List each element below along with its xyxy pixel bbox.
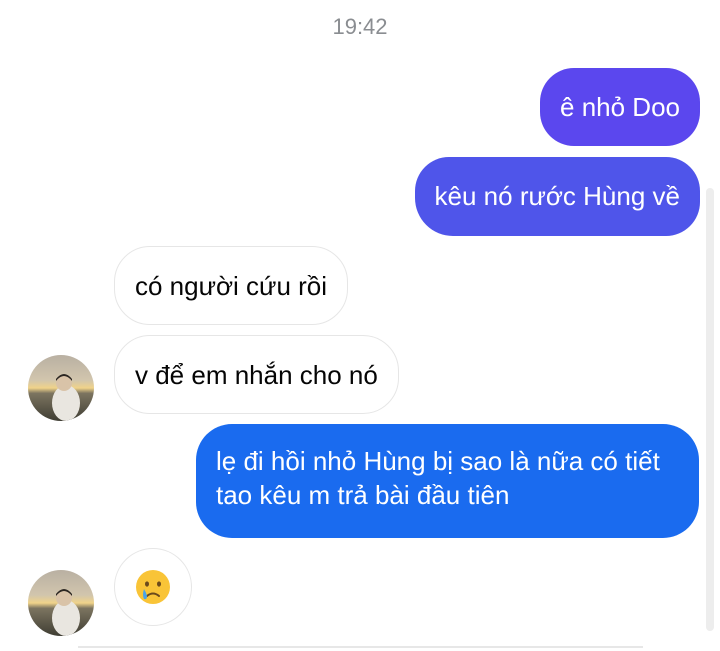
divider bbox=[78, 646, 643, 648]
outgoing-message-bubble[interactable]: ê nhỏ Doo bbox=[540, 68, 700, 146]
scrollbar[interactable] bbox=[706, 188, 714, 631]
message-text: v để em nhắn cho nó bbox=[135, 360, 378, 390]
avatar-photo-icon bbox=[52, 374, 80, 421]
avatar-photo-icon bbox=[52, 589, 80, 636]
incoming-emoji-message[interactable] bbox=[114, 548, 192, 626]
contact-avatar[interactable] bbox=[28, 355, 94, 421]
incoming-message-bubble[interactable]: v để em nhắn cho nó bbox=[114, 335, 399, 414]
incoming-message-bubble[interactable]: có người cứu rồi bbox=[114, 246, 349, 325]
message-text: có người cứu rồi bbox=[135, 271, 328, 301]
message-text: ê nhỏ Doo bbox=[560, 92, 680, 122]
crying-face-icon bbox=[136, 570, 170, 604]
outgoing-message-bubble[interactable]: lẹ đi hồi nhỏ Hùng bị sao là nữa có tiết… bbox=[196, 424, 699, 538]
message-text: lẹ đi hồi nhỏ Hùng bị sao là nữa có tiết… bbox=[216, 446, 660, 510]
outgoing-message-bubble[interactable]: kêu nó rước Hùng về bbox=[414, 157, 700, 236]
message-timestamp: 19:42 bbox=[332, 14, 388, 39]
contact-avatar[interactable] bbox=[28, 570, 94, 636]
message-text: kêu nó rước Hùng về bbox=[434, 181, 680, 211]
